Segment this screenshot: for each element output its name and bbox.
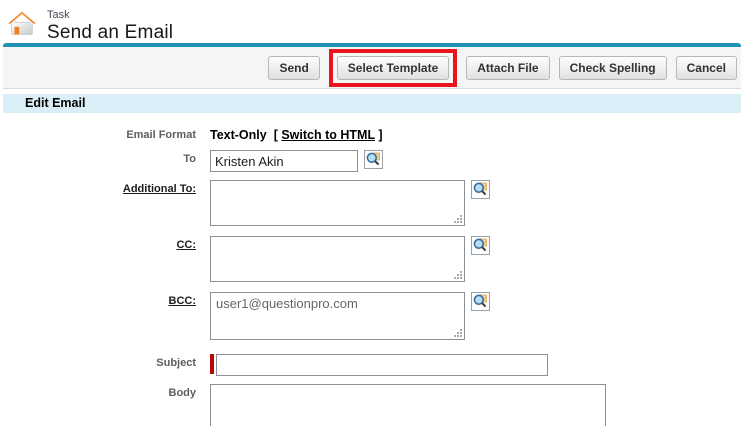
body-textarea[interactable] (211, 385, 605, 426)
task-house-icon (6, 9, 38, 41)
cancel-button[interactable]: Cancel (676, 56, 737, 80)
subject-input[interactable] (216, 354, 548, 376)
bcc-textarea[interactable]: user1@questionpro.com (211, 293, 464, 339)
additional-to-label-link[interactable]: Additional To: (123, 183, 196, 195)
select-template-button[interactable]: Select Template (337, 56, 449, 80)
page-title: Send an Email (47, 21, 173, 44)
additional-to-row: Additional To: (3, 180, 741, 226)
bcc-lookup-icon[interactable] (471, 292, 490, 311)
email-format-value: Text-Only [ Switch to HTML ] (210, 126, 383, 142)
cc-row: CC: (3, 236, 741, 282)
subject-label: Subject (3, 354, 210, 369)
switch-to-html-link[interactable]: Switch to HTML (281, 128, 375, 142)
section-header-edit-email: Edit Email (3, 94, 741, 113)
resize-grip-icon[interactable] (453, 214, 462, 223)
additional-to-textarea[interactable] (211, 181, 464, 225)
email-form: Email Format Text-Only [ Switch to HTML … (3, 113, 741, 426)
attach-file-button[interactable]: Attach File (466, 56, 549, 80)
to-input[interactable] (210, 150, 358, 172)
cc-textarea[interactable] (211, 237, 464, 281)
bcc-row: BCC: user1@questionpro.com (3, 292, 741, 340)
body-label: Body (3, 384, 210, 399)
to-row: To (3, 150, 741, 172)
resize-grip-icon[interactable] (453, 270, 462, 279)
select-template-highlight: Select Template (329, 49, 457, 87)
resize-grip-icon[interactable] (453, 328, 462, 337)
bracket-open: [ (274, 128, 278, 142)
email-format-label: Email Format (3, 126, 210, 141)
cc-field (210, 236, 465, 282)
page-header: Task Send an Email (0, 0, 744, 43)
subject-row: Subject (3, 354, 741, 376)
email-format-row: Email Format Text-Only [ Switch to HTML … (3, 126, 741, 142)
toolbar: Send Select Template Attach File Check S… (3, 47, 741, 89)
send-button[interactable]: Send (268, 56, 319, 80)
email-format-current: Text-Only (210, 128, 267, 142)
body-row: Body (3, 384, 741, 426)
bcc-field: user1@questionpro.com (210, 292, 465, 340)
record-type-label: Task (47, 9, 173, 21)
edit-email-block: Send Select Template Attach File Check S… (3, 43, 741, 426)
to-lookup-icon[interactable] (364, 150, 383, 169)
cc-label-link[interactable]: CC: (176, 239, 196, 251)
cc-lookup-icon[interactable] (471, 236, 490, 255)
to-label: To (3, 150, 210, 165)
check-spelling-button[interactable]: Check Spelling (559, 56, 667, 80)
body-field (210, 384, 606, 426)
bcc-label-link[interactable]: BCC: (169, 295, 197, 307)
bracket-close: ] (378, 128, 382, 142)
additional-to-lookup-icon[interactable] (471, 180, 490, 199)
additional-to-field (210, 180, 465, 226)
required-field-bar (210, 354, 214, 374)
